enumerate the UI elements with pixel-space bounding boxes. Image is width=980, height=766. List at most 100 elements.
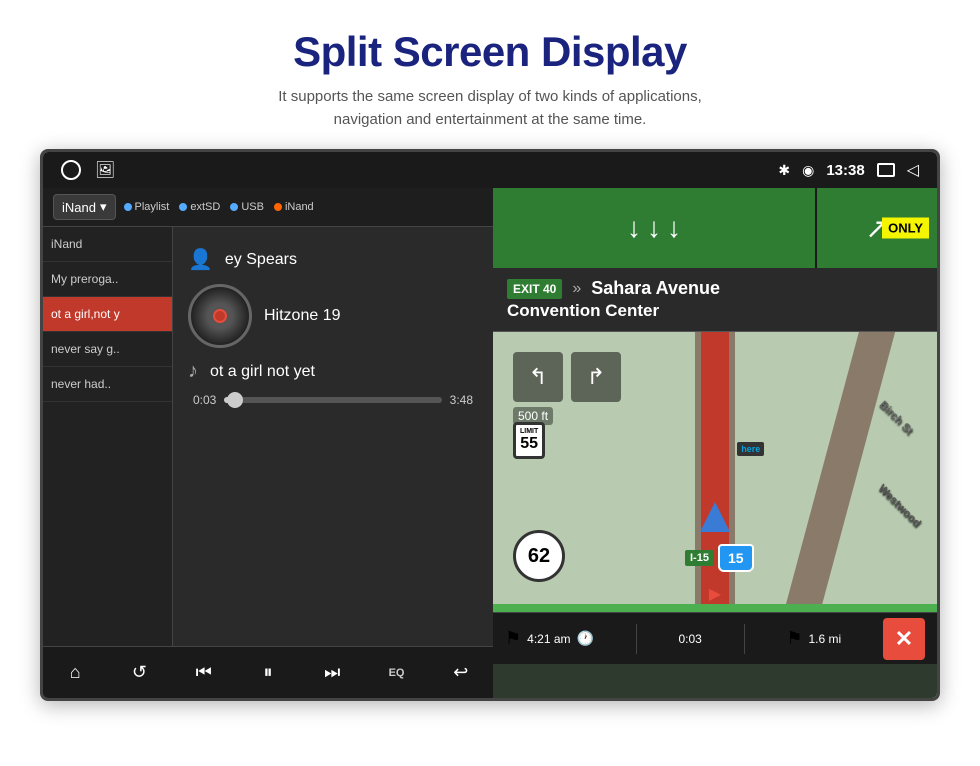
album-row: Hitzone 19 [188,284,478,348]
arrow-down-2-icon: ↓ [647,212,661,244]
track-info: 👤 ey Spears Hitzone 19 [188,247,478,383]
source-option-extsd[interactable]: extSD [179,201,220,213]
eq-button[interactable]: EQ [379,655,415,691]
remaining-distance: 1.6 mi [809,632,842,646]
chevron-down-icon: ▾ [100,199,107,215]
map-area: ↰ ↱ 500 ft LIMIT 55 here Birc [493,332,937,612]
status-time: 13:38 [826,162,864,179]
only-label: ONLY [882,218,929,239]
playlist-sidebar: iNand My preroga.. ot a girl,not y never… [43,227,173,646]
playlist-area: iNand My preroga.. ot a girl,not y never… [43,227,493,646]
eta-time: 4:21 am [527,632,570,646]
song-title: ot a girl not yet [210,363,315,381]
artist-name: ey Spears [225,251,297,269]
time-current: 0:03 [193,393,216,407]
highway-number: 15 [718,544,754,572]
status-left-icons: 🖼 [61,160,115,180]
turn-icon-left: ↰ [513,352,563,402]
next-button[interactable]: ⏭ [314,655,350,691]
disc-inner [213,309,227,323]
playlist-item-4[interactable]: never had.. [43,367,172,402]
limit-number: 55 [520,435,538,453]
playlist-item-3[interactable]: never say g.. [43,332,172,367]
flag-end-icon: ⚑ [786,628,802,649]
arrow-down-1-icon: ↓ [627,212,641,244]
pause-button[interactable]: ⏸ [250,655,286,691]
nav-sign-left: ↓ ↓ ↓ [493,188,817,268]
duration-text: 0:03 [678,632,701,646]
speed-limit-sign: LIMIT 55 [513,422,545,459]
repeat-button[interactable]: ↺ [121,655,157,691]
source-option-playlist-label: Playlist [135,201,170,213]
artist-row: 👤 ey Spears [188,247,478,272]
arrow-down-3-icon: ↓ [667,212,681,244]
back-icon: ◁ [907,160,919,180]
exit-line1: EXIT 40 » Sahara Avenue [507,278,923,299]
clock-icon: 🕐 [577,630,594,647]
nav-bottom-bar: ⚑ 4:21 am 🕐 0:03 ⚑ 1.6 mi ✕ [493,612,937,664]
player-main: 👤 ey Spears Hitzone 19 [173,227,493,646]
radio-dot-inand [274,203,282,211]
turn-distance: 500 ft [518,409,548,423]
exit-venue: Convention Center [507,301,923,321]
radio-dot-playlist [124,203,132,211]
page-title: Split Screen Display [20,28,960,76]
remaining-block: ⚑ 1.6 mi [786,628,841,649]
source-options: Playlist extSD USB iNand [124,201,314,213]
speed-display: 62 [513,530,565,582]
device-frame: 🖼 ✱ ◉ 13:38 ◁ iNand ▾ [40,149,940,701]
disc-icon [188,284,252,348]
nav-divider-1 [636,624,637,654]
page-subtitle: It supports the same screen display of t… [20,86,960,131]
time-total: 3:48 [450,393,473,407]
music-player-panel: iNand ▾ Playlist extSD [43,188,493,698]
header: Split Screen Display It supports the sam… [0,0,980,149]
progress-thumb [227,392,243,408]
home-button[interactable]: ⌂ [57,655,93,691]
source-option-inand[interactable]: iNand [274,201,314,213]
back-button[interactable]: ↩ [443,655,479,691]
eta-block: ⚑ 4:21 am 🕐 [505,628,594,649]
turn-icons: ↰ ↱ [513,352,621,402]
duration-block: 0:03 [678,632,701,646]
playlist-item-inand[interactable]: iNand [43,227,172,262]
status-bar: 🖼 ✱ ◉ 13:38 ◁ [43,152,937,188]
nav-top-signs: ↓ ↓ ↓ ↗ ONLY [493,188,937,268]
title-row: ♪ ot a girl not yet [188,360,478,383]
green-progress-bar [493,604,937,612]
source-option-inand-label: iNand [285,201,314,213]
arrow-right-icon: » [572,280,581,298]
nav-close-button[interactable]: ✕ [883,618,925,660]
highway-sign: I-15 15 [685,544,754,572]
prev-button[interactable]: ⏮ [186,655,222,691]
nav-divider-2 [744,624,745,654]
bluetooth-icon: ✱ [778,162,790,179]
source-bar: iNand ▾ Playlist extSD [43,188,493,227]
location-icon: ◉ [802,162,814,179]
source-option-extsd-label: extSD [190,201,220,213]
source-option-playlist[interactable]: Playlist [124,201,170,213]
radio-dot-extsd [179,203,187,211]
here-logo: here [737,442,764,456]
playlist-item-2[interactable]: ot a girl,not y [43,297,172,332]
navigation-panel: ↓ ↓ ↓ ↗ ONLY EXIT 40 » Sahara Avenue [493,188,937,698]
screen-icon [877,163,895,177]
nav-sign-right: ↗ ONLY [817,188,937,268]
radio-dot-usb [230,203,238,211]
flag-start-icon: ⚑ [505,628,521,649]
page-wrapper: Split Screen Display It supports the sam… [0,0,980,701]
source-dropdown[interactable]: iNand ▾ [53,194,116,220]
highway-name: I-15 [685,550,714,566]
nav-exit-bar: EXIT 40 » Sahara Avenue Convention Cente… [493,268,937,332]
main-content: iNand ▾ Playlist extSD [43,188,937,698]
playlist-item-1[interactable]: My preroga.. [43,262,172,297]
turn-icon-right: ↱ [571,352,621,402]
source-option-usb[interactable]: USB [230,201,264,213]
vehicle-position [700,502,730,532]
exit-street: Sahara Avenue [591,278,720,299]
controls-bar: ⌂ ↺ ⏮ ⏸ ⏭ EQ ↩ [43,646,493,698]
album-name: Hitzone 19 [264,307,341,325]
android-circle-icon [61,160,81,180]
progress-bar[interactable] [224,397,441,403]
artist-icon: 👤 [188,247,213,272]
